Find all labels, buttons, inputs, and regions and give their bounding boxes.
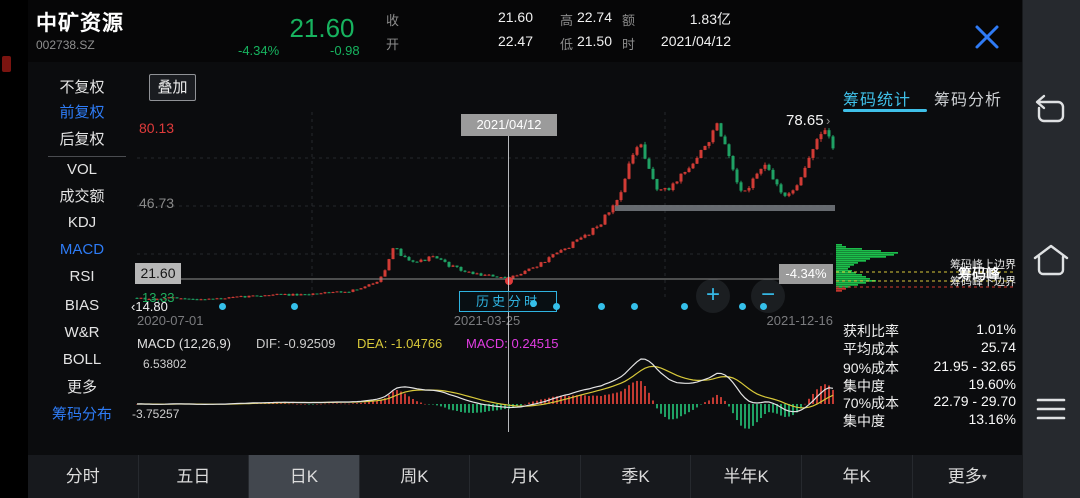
sidebar-item-more[interactable]: 更多	[28, 377, 136, 399]
tab-half-year-k[interactable]: 半年K	[691, 455, 802, 498]
change-percent: -4.34%	[238, 43, 279, 58]
left-edge-strip	[0, 0, 28, 498]
stat-value-profit-ratio: 1.01%	[976, 321, 1016, 337]
recents-icon	[1030, 388, 1072, 430]
y-axis-mid-label: 46.73	[139, 195, 174, 211]
sidebar-item-forward-adjust[interactable]: 前复权	[28, 102, 136, 124]
label-close: 收	[386, 10, 399, 29]
stat-value-concentration-90: 19.60%	[969, 376, 1016, 392]
stock-detail-screen: 中矿资源 002738.SZ 21.60 -4.34% -0.98 收 21.6…	[0, 0, 1080, 498]
stat-label-avg-cost: 平均成本	[843, 339, 899, 359]
stat-value-70-cost: 22.79 - 29.70	[933, 393, 1016, 409]
tab-minute[interactable]: 分时	[28, 455, 139, 498]
kline-chart[interactable]	[135, 108, 835, 304]
chevron-right-icon: ›	[826, 113, 830, 128]
header: 中矿资源 002738.SZ 21.60 -4.34% -0.98 收 21.6…	[0, 0, 1022, 62]
tab-yearly-k[interactable]: 年K	[802, 455, 913, 498]
latest-high-label: 78.65	[786, 112, 824, 129]
tab-chip-analysis[interactable]: 筹码分析	[934, 86, 1002, 110]
stat-value-avg-cost: 25.74	[981, 339, 1016, 355]
stat-label-profit-ratio: 获利比率	[843, 321, 899, 341]
label-open: 开	[386, 34, 399, 53]
current-price-badge: 21.60	[135, 263, 181, 284]
sidebar-divider	[48, 156, 126, 157]
nav-back-button[interactable]	[1030, 88, 1072, 130]
chip-peak-lower-label: 筹码峰下边界	[950, 273, 1016, 289]
close-icon	[968, 18, 1006, 56]
x-axis-date-start: 2020-07-01	[137, 313, 204, 328]
stat-label-concentration-70: 集中度	[843, 411, 885, 431]
change-value: -0.98	[330, 43, 360, 58]
tab-active-underline	[843, 109, 927, 112]
x-axis-date-end: 2021-12-16	[753, 313, 833, 328]
notification-badge	[2, 56, 11, 72]
event-dot[interactable]	[553, 303, 560, 310]
event-dot[interactable]	[631, 303, 638, 310]
event-dot[interactable]	[598, 303, 605, 310]
sidebar-item-chip-distribution[interactable]: 筹码分布	[28, 404, 136, 426]
overlay-compare-button[interactable]: 叠加	[149, 74, 196, 101]
sidebar-item-no-adjust[interactable]: 不复权	[28, 77, 136, 99]
macd-dea-label: DEA: -1.04766	[357, 336, 442, 351]
value-low: 21.50	[502, 33, 612, 49]
close-button[interactable]	[968, 18, 1006, 56]
change-percent-badge: -4.34%	[779, 264, 833, 284]
sidebar-item-rsi[interactable]: RSI	[28, 266, 136, 288]
macd-value-label: MACD: 0.24515	[466, 336, 559, 351]
event-dot[interactable]	[291, 303, 298, 310]
sidebar-item-macd[interactable]: MACD	[28, 239, 136, 261]
nav-home-button[interactable]	[1030, 240, 1072, 282]
event-dot[interactable]	[739, 303, 746, 310]
tab-daily-k[interactable]: 日K	[249, 455, 360, 498]
sidebar-item-amount[interactable]: 成交额	[28, 186, 136, 208]
tab-5day[interactable]: 五日	[139, 455, 250, 498]
zoom-out-button[interactable]: −	[751, 279, 785, 313]
value-high: 22.74	[502, 9, 612, 25]
tab-monthly-k[interactable]: 月K	[470, 455, 581, 498]
tab-chip-statistics[interactable]: 筹码统计	[843, 86, 911, 110]
event-dot[interactable]	[760, 303, 767, 310]
event-dot[interactable]	[530, 300, 537, 307]
value-amount: 1.83亿	[621, 9, 731, 29]
stat-value-concentration-70: 13.16%	[969, 411, 1016, 427]
sidebar-item-boll[interactable]: BOLL	[28, 349, 136, 371]
event-dot[interactable]	[681, 303, 688, 310]
sidebar-item-vol[interactable]: VOL	[28, 159, 136, 181]
macd-dif-label: DIF: -0.92509	[256, 336, 336, 351]
history-intraday-button[interactable]: 历史分时	[459, 291, 557, 312]
period-tab-bar: 分时 五日 日K 周K 月K 季K 半年K 年K 更多▾	[28, 455, 1022, 498]
macd-chart[interactable]	[135, 356, 835, 434]
tab-more-label: 更多	[948, 467, 982, 486]
macd-params-label: MACD (12,26,9)	[137, 336, 231, 351]
stat-value-90-cost: 21.95 - 32.65	[933, 358, 1016, 374]
left-price-label: 14.80	[135, 299, 168, 314]
tab-more[interactable]: 更多▾	[913, 455, 1023, 498]
tab-weekly-k[interactable]: 周K	[360, 455, 471, 498]
caret-down-icon: ▾	[982, 472, 987, 483]
stat-label-70-cost: 70%成本	[843, 393, 899, 413]
y-axis-max-label: 80.13	[139, 120, 174, 136]
stock-name: 中矿资源	[36, 7, 124, 37]
sidebar-item-wr[interactable]: W&R	[28, 322, 136, 344]
tab-quarterly-k[interactable]: 季K	[581, 455, 692, 498]
sidebar-item-bias[interactable]: BIAS	[28, 295, 136, 317]
zoom-in-button[interactable]: +	[696, 279, 730, 313]
scroll-left-indicator[interactable]: ‹14.80	[131, 299, 168, 314]
back-icon	[1030, 88, 1072, 130]
nav-recents-button[interactable]	[1030, 388, 1072, 430]
home-icon	[1030, 240, 1072, 282]
sidebar-item-backward-adjust[interactable]: 后复权	[28, 129, 136, 151]
sidebar-item-kdj[interactable]: KDJ	[28, 212, 136, 234]
value-time: 2021/04/12	[621, 33, 731, 49]
stock-code: 002738.SZ	[36, 38, 95, 52]
event-dot[interactable]	[219, 303, 226, 310]
current-price: 21.60	[262, 13, 382, 44]
x-axis-date-mid: 2021-03-25	[447, 313, 527, 328]
crosshair-date-tooltip: 2021/04/12	[461, 114, 557, 136]
stat-label-90-cost: 90%成本	[843, 358, 899, 378]
